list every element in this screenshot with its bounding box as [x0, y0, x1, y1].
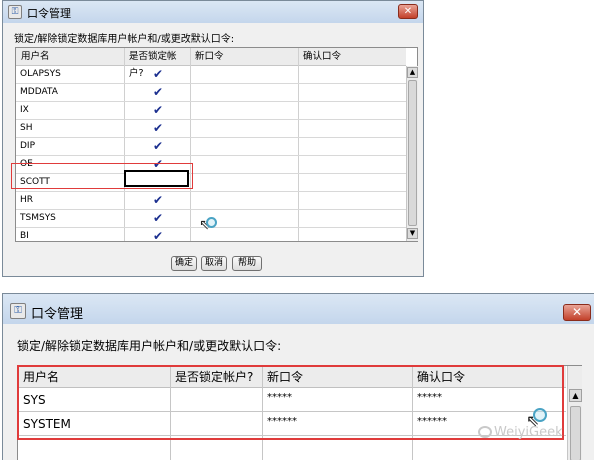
title-bar: ⚿ 口令管理 ✕: [3, 294, 594, 324]
locked-checkbox[interactable]: ✔: [153, 122, 163, 135]
column-header-new-password: 新口令: [190, 48, 298, 66]
locked-checkbox[interactable]: ✔: [153, 194, 163, 207]
chevron-up-icon[interactable]: ▲: [569, 389, 582, 402]
username-cell: SH: [20, 123, 33, 133]
instruction-text: 锁定/解除锁定数据库用户帐户和/或更改默认口令:: [14, 34, 235, 45]
watermark-text: WeiyiGeek: [494, 425, 563, 440]
magnifier-icon: [206, 217, 217, 228]
table-row[interactable]: HR ✔: [16, 192, 406, 210]
password-dialog-top: ⚿ 口令管理 ✕ 锁定/解除锁定数据库用户帐户和/或更改默认口令: 用户名 是否…: [2, 0, 424, 277]
username-cell: IX: [20, 105, 29, 115]
window-title: 口令管理: [31, 307, 84, 322]
username-cell: BI: [20, 231, 29, 241]
scrollbar-thumb[interactable]: [408, 80, 417, 226]
locked-checkbox[interactable]: ✔: [153, 212, 163, 225]
cancel-button[interactable]: 取消: [201, 256, 227, 271]
scrollbar-thumb[interactable]: [570, 406, 581, 460]
ok-button[interactable]: 确定: [171, 256, 197, 271]
vertical-scrollbar[interactable]: ▲: [567, 366, 582, 460]
instruction-text: 锁定/解除锁定数据库用户帐户和/或更改默认口令:: [17, 339, 282, 353]
close-button[interactable]: ✕: [563, 304, 591, 321]
key-icon: ⚿: [10, 303, 26, 319]
key-icon: ⚿: [8, 5, 22, 19]
table-row[interactable]: DIP ✔: [16, 138, 406, 156]
locked-checkbox[interactable]: ✔: [153, 86, 163, 99]
username-cell: TSMSYS: [20, 213, 56, 223]
help-button[interactable]: 帮助: [232, 256, 262, 271]
title-bar: ⚿ 口令管理 ✕: [3, 1, 423, 23]
chevron-down-icon[interactable]: ▼: [407, 228, 418, 239]
close-button[interactable]: ✕: [398, 4, 418, 19]
table-row[interactable]: IX ✔: [16, 102, 406, 120]
locked-checkbox[interactable]: ✔: [153, 140, 163, 153]
username-cell: OLAPSYS: [20, 69, 61, 79]
column-header-locked: 是否锁定帐户?: [124, 48, 190, 79]
username-cell: MDDATA: [20, 87, 58, 97]
column-header-username: 用户名: [16, 48, 124, 66]
table-row[interactable]: MDDATA ✔: [16, 84, 406, 102]
locked-checkbox[interactable]: ✔: [153, 230, 163, 242]
wechat-icon: [478, 426, 492, 438]
locked-checkbox[interactable]: ✔: [153, 68, 163, 81]
locked-checkbox[interactable]: ✔: [153, 104, 163, 117]
table-row[interactable]: SH ✔: [16, 120, 406, 138]
magnifier-icon: [533, 408, 547, 422]
chevron-up-icon[interactable]: ▲: [407, 67, 418, 78]
username-cell: DIP: [20, 141, 36, 151]
vertical-scrollbar[interactable]: ▲ ▼: [406, 66, 418, 241]
accounts-table: 用户名 是否锁定帐户? 新口令 确认口令 OLAPSYS ✔ MDDATA ✔ …: [15, 47, 418, 242]
table-row[interactable]: BI ✔: [16, 228, 406, 242]
highlight-box-scott-row: [11, 163, 193, 189]
window-title: 口令管理: [27, 7, 71, 20]
table-row[interactable]: OLAPSYS ✔: [16, 66, 406, 84]
column-header-confirm-password: 确认口令: [298, 48, 406, 66]
username-cell: HR: [20, 195, 34, 205]
